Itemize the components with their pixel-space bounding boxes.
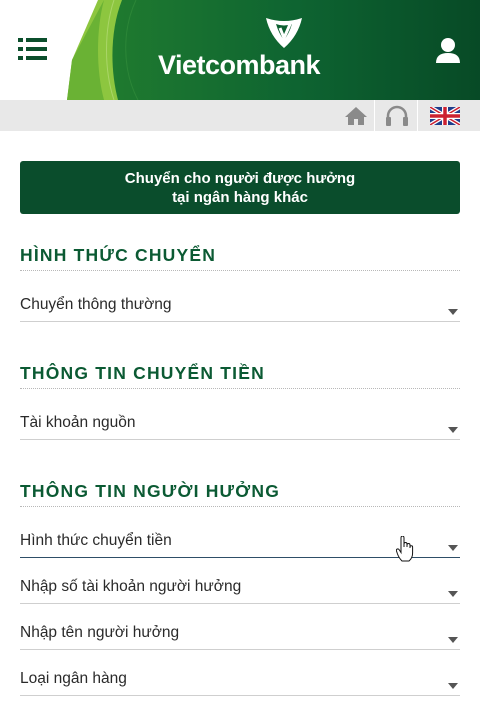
caret-down-icon (448, 309, 458, 315)
section-heading-text: HÌNH THỨC CHUYỂN (20, 245, 217, 265)
home-icon (344, 106, 367, 125)
transfer-method-select[interactable]: Hình thức chuyển tiền (20, 532, 460, 558)
beneficiary-account-number-select[interactable]: Nhập số tài khoản người hưởng (20, 578, 460, 604)
bank-type-placeholder: Loại ngân hàng (20, 670, 127, 687)
app-header: Vietcombank (0, 0, 480, 100)
section-heading-text: THÔNG TIN NGƯỜI HƯỞNG (20, 481, 281, 501)
caret-down-icon (448, 427, 458, 433)
section-heading-transfer-info: THÔNG TIN CHUYỂN TIỀN (20, 363, 460, 389)
language-button[interactable] (419, 100, 471, 131)
brand-name: Vietcombank (158, 50, 321, 80)
page-title-line-1: Chuyển cho người được hưởng (124, 170, 356, 187)
caret-down-icon (448, 637, 458, 643)
transfer-type-value: Chuyển thông thường (20, 296, 172, 313)
caret-down-icon (448, 683, 458, 689)
transfer-type-select[interactable]: Chuyển thông thường (20, 296, 460, 322)
caret-down-icon (448, 591, 458, 597)
menu-button[interactable] (18, 36, 52, 66)
caret-down-icon (448, 545, 458, 551)
transfer-method-placeholder: Hình thức chuyển tiền (20, 532, 172, 549)
beneficiary-account-placeholder: Nhập số tài khoản người hưởng (20, 578, 242, 595)
beneficiary-name-select[interactable]: Nhập tên người hưởng (20, 624, 460, 650)
user-icon (436, 38, 460, 63)
uk-flag-icon (430, 106, 460, 125)
brand-logo[interactable]: Vietcombank (158, 16, 328, 80)
section-heading-transfer-type: HÌNH THỨC CHUYỂN (20, 245, 460, 271)
headset-support-icon (385, 105, 408, 126)
page-title-line-2: tại ngân hàng khác (172, 189, 308, 206)
support-button[interactable] (376, 100, 418, 131)
home-button[interactable] (337, 100, 375, 131)
section-heading-beneficiary-info: THÔNG TIN NGƯỜI HƯỞNG (20, 481, 460, 507)
bank-type-select[interactable]: Loại ngân hàng (20, 670, 460, 696)
page-title: Chuyển cho người được hưởng tại ngân hàn… (20, 161, 460, 214)
top-toolbar (0, 100, 480, 131)
vietcombank-logo-icon (266, 18, 302, 48)
user-account-button[interactable] (434, 36, 462, 64)
source-account-placeholder: Tài khoản nguồn (20, 414, 136, 431)
source-account-select[interactable]: Tài khoản nguồn (20, 414, 460, 440)
section-heading-text: THÔNG TIN CHUYỂN TIỀN (20, 363, 265, 383)
hand-pointer-cursor-icon (396, 536, 414, 562)
hamburger-menu-icon (18, 38, 47, 60)
beneficiary-name-placeholder: Nhập tên người hưởng (20, 624, 180, 641)
